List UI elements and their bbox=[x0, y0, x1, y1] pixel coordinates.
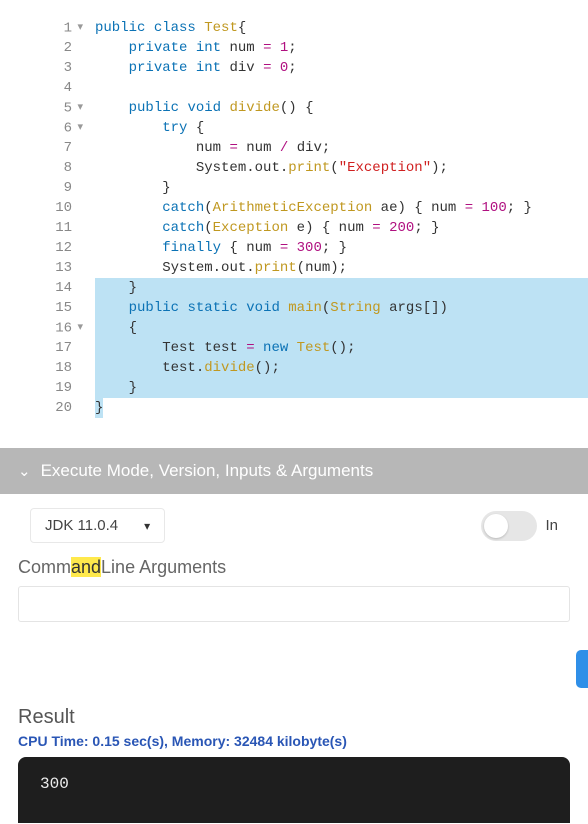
execute-panel-title: Execute Mode, Version, Inputs & Argument… bbox=[41, 461, 374, 481]
run-button[interactable] bbox=[576, 650, 588, 688]
execute-panel-header[interactable]: ⌄ Execute Mode, Version, Inputs & Argume… bbox=[0, 448, 588, 494]
commandline-args-label: CommandLine Arguments bbox=[0, 547, 588, 578]
line-gutter: 1▾ 2 3 4 5▾ 6▾ 7 8 9 10 11 12 13 14 15 1… bbox=[0, 18, 95, 418]
cpu-time-memory: CPU Time: 0.15 sec(s), Memory: 32484 kil… bbox=[0, 729, 588, 757]
selected-line: { bbox=[95, 318, 588, 338]
chevron-down-icon: ⌄ bbox=[18, 462, 31, 480]
selected-line: test.divide(); bbox=[95, 358, 588, 378]
jdk-version-select[interactable]: JDK 11.0.4 ▾ bbox=[30, 508, 165, 543]
chevron-down-icon: ▾ bbox=[144, 519, 150, 533]
console-output: 300 bbox=[40, 775, 69, 793]
code-content[interactable]: public class Test{ private int num = 1; … bbox=[95, 18, 588, 418]
selected-line: } bbox=[95, 378, 588, 398]
result-label: Result bbox=[0, 706, 588, 729]
toggle-label: In bbox=[545, 517, 558, 534]
selected-line: Test test = new Test(); bbox=[95, 338, 588, 358]
selected-line: } bbox=[95, 278, 588, 298]
selected-line: public static void main(String args[]) bbox=[95, 298, 588, 318]
output-console: 300 bbox=[18, 757, 570, 823]
highlight-text: and bbox=[71, 557, 101, 577]
interactive-toggle[interactable] bbox=[481, 511, 537, 541]
jdk-version-label: JDK 11.0.4 bbox=[45, 517, 118, 534]
code-editor[interactable]: 1▾ 2 3 4 5▾ 6▾ 7 8 9 10 11 12 13 14 15 1… bbox=[0, 0, 588, 418]
commandline-args-input[interactable] bbox=[18, 586, 570, 622]
